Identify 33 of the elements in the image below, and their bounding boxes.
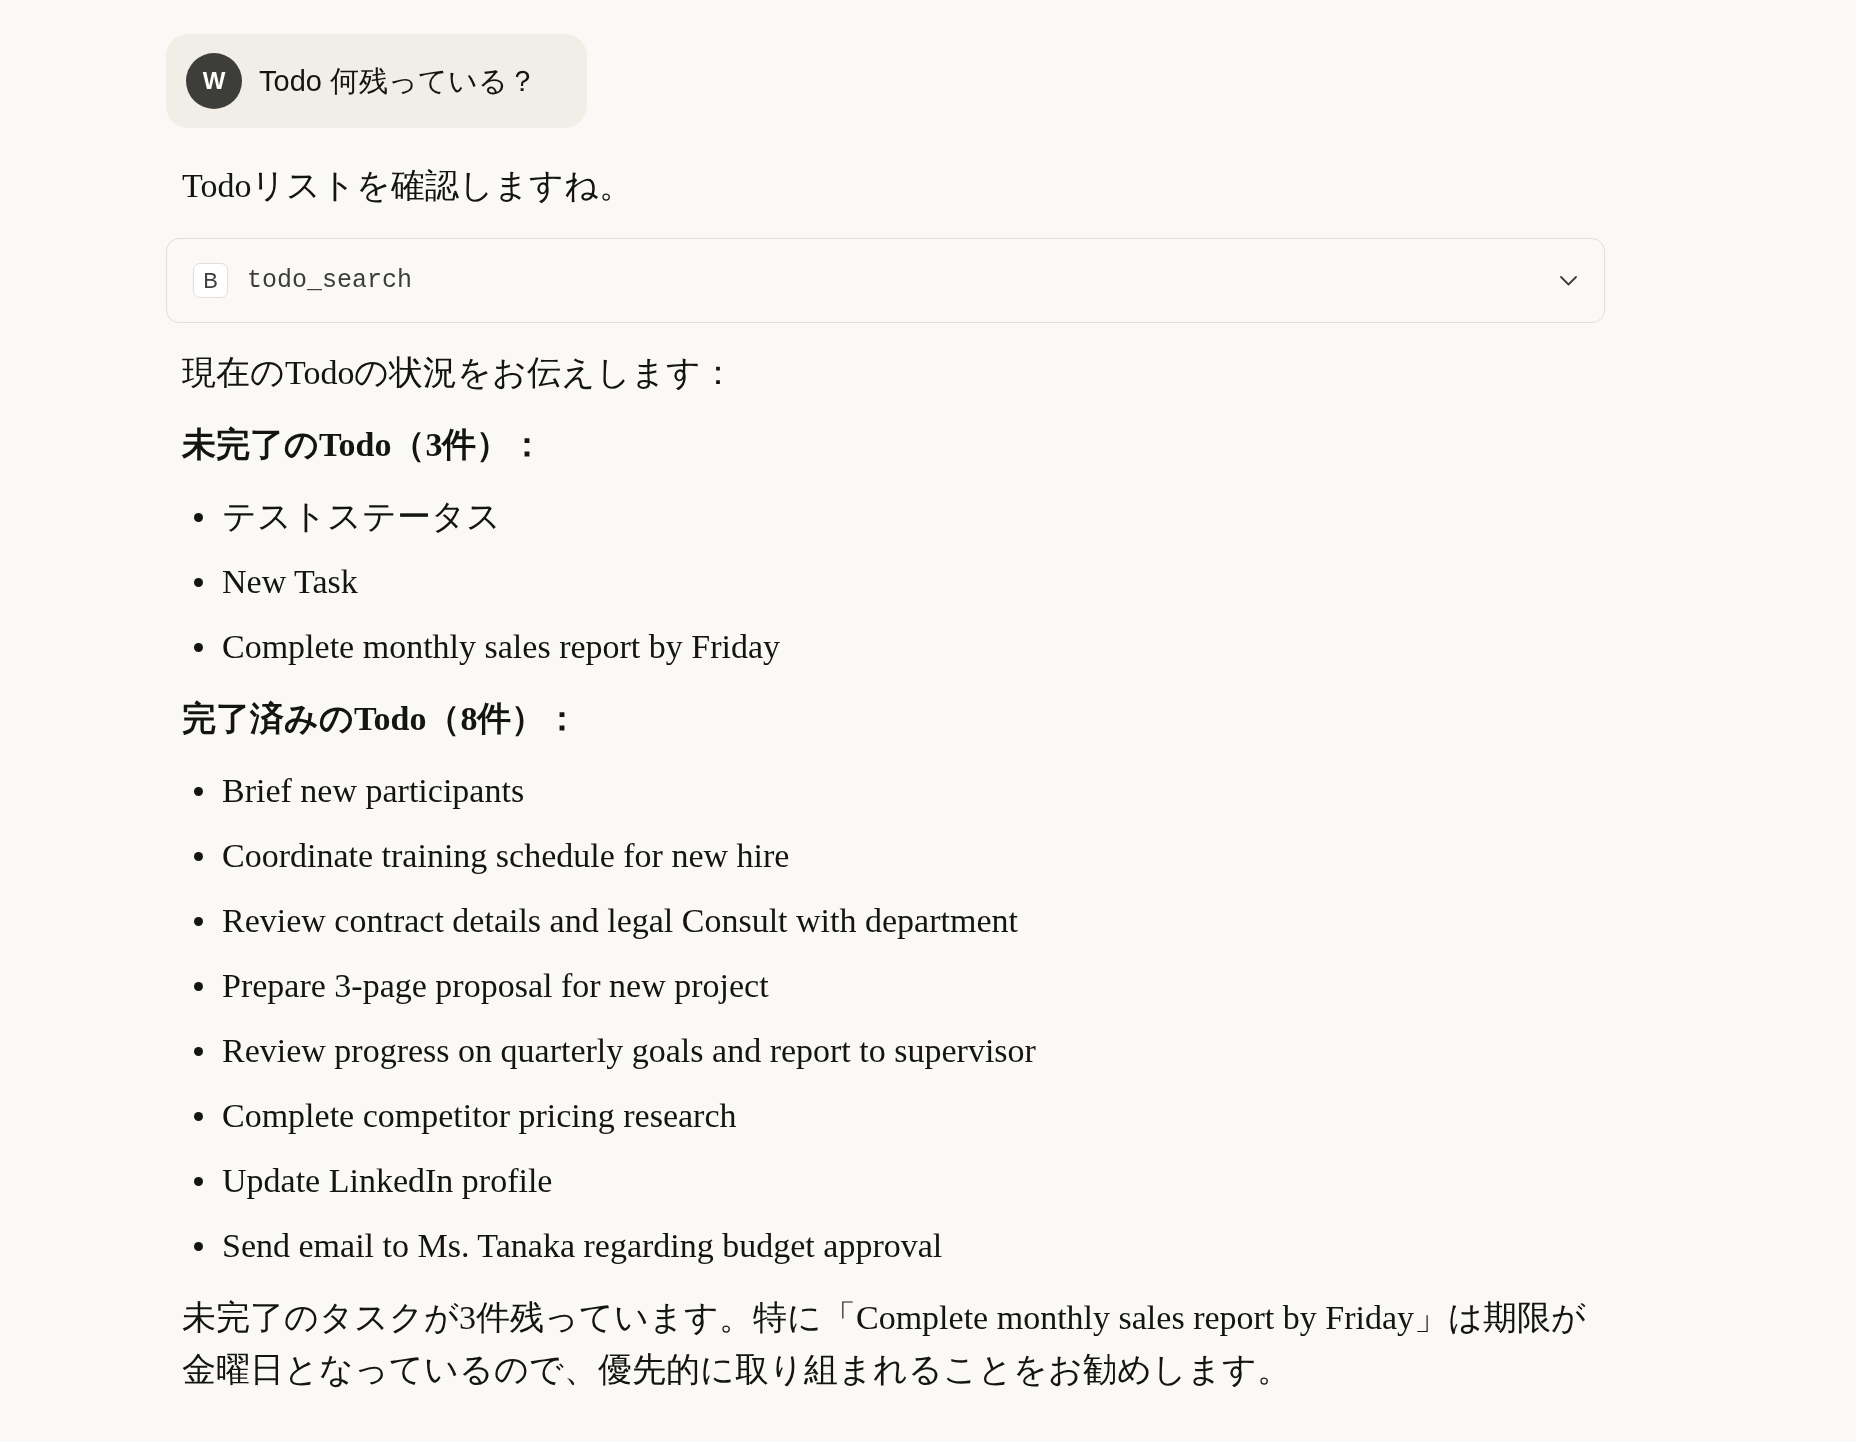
bullet-icon bbox=[194, 512, 203, 522]
section-heading: 未完了のTodo（3件）： bbox=[182, 425, 546, 465]
bullet-icon bbox=[194, 981, 203, 991]
list-item-text: Send email to Ms. Tanaka regarding budget approval bbox=[222, 1226, 943, 1266]
message-text: Todo 何残っている？ bbox=[259, 64, 537, 99]
tool-call-panel[interactable]: B todo_search bbox=[166, 238, 1605, 323]
bullet-icon bbox=[194, 1176, 203, 1186]
bullet-icon bbox=[194, 916, 203, 926]
paragraph: 現在のTodoの状況をお伝えします： bbox=[182, 353, 737, 393]
section-heading: 完了済みのTodo（8件）： bbox=[182, 699, 581, 739]
bullet-icon bbox=[194, 642, 203, 652]
bullet-icon bbox=[194, 851, 203, 861]
list-item-text: Review progress on quarterly goals and report to supervisor bbox=[222, 1031, 1036, 1071]
bullet-icon bbox=[194, 1241, 203, 1251]
chevron-icon[interactable] bbox=[1560, 275, 1577, 286]
list-item-text: Prepare 3-page proposal for new project bbox=[222, 966, 769, 1006]
list-item-text: Complete competitor pricing research bbox=[222, 1096, 737, 1136]
list-item-text: Update LinkedIn profile bbox=[222, 1161, 553, 1201]
tool-name: todo_search bbox=[247, 264, 414, 297]
paragraph: 未完了のタスクが3件残っています。特に「Complete monthly sales report by Friday」は期限が金曜日となっているので、優先的に取り組まれることをお勧めします。 bbox=[182, 1298, 1588, 1390]
list-item-text: Review contract details and legal Consult with department bbox=[222, 901, 1018, 941]
bullet-icon bbox=[194, 1111, 203, 1121]
list-item-text: New Task bbox=[222, 562, 358, 602]
paragraph: Todoリストを確認しますね。 bbox=[182, 166, 635, 206]
bullet-icon bbox=[194, 1046, 203, 1056]
bullet-icon bbox=[194, 786, 203, 796]
bullet-icon bbox=[194, 577, 203, 587]
list-item-text: テストステータス bbox=[222, 497, 501, 537]
list-item-text: Coordinate training schedule for new hire bbox=[222, 836, 790, 876]
list-item-text: Complete monthly sales report by Friday bbox=[222, 627, 781, 667]
user-avatar: W bbox=[186, 53, 242, 109]
tool-badge: B bbox=[193, 263, 228, 298]
list-item-text: Brief new participants bbox=[222, 771, 525, 811]
